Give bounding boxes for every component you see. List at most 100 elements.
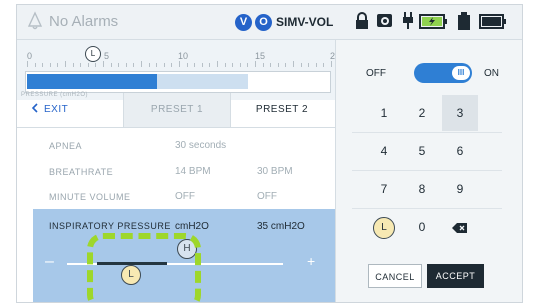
ventilation-mode[interactable]: SIMV-VOL (276, 15, 333, 29)
scale-tick (125, 63, 127, 67)
key-0[interactable]: 0 (404, 209, 440, 245)
bell-icon (27, 11, 43, 30)
lock-icon[interactable] (354, 11, 370, 31)
scale-tick (255, 61, 256, 67)
battery-charging-icon (419, 14, 447, 29)
scale-tick (285, 63, 287, 67)
scale-tick-label: 15 (255, 51, 266, 61)
scale-tick (171, 63, 173, 67)
setting-label: MINUTE VOLUME (49, 192, 131, 202)
setting-value-1: 14 BPM (175, 166, 211, 177)
key-7[interactable]: 7 (366, 171, 402, 207)
setting-value-2: 30 BPM (257, 166, 293, 177)
toggle-knob[interactable]: III (452, 66, 470, 80)
scale-tick (239, 63, 241, 67)
setting-label: APNEA (49, 141, 83, 151)
scale-tick (49, 63, 51, 67)
scale-tick (300, 63, 302, 67)
chevron-left-icon (31, 103, 38, 113)
setting-value-1: cmH2O (175, 221, 209, 232)
scale-tick (156, 63, 158, 67)
preset-tabs: EXIT PRESET 1 PRESET 2 (17, 93, 335, 128)
low-limit-marker: L (85, 46, 101, 62)
battery-icon (458, 12, 470, 30)
scale-tick (118, 63, 120, 67)
setting-value-2: 35 cmH2O (257, 221, 305, 232)
scale-tick (209, 63, 211, 67)
scale-tick (65, 61, 66, 67)
scale-tick (103, 61, 104, 67)
backspace-icon (452, 222, 467, 233)
setting-label: BREATHRATE (49, 167, 114, 177)
key-3[interactable]: 3 (442, 95, 478, 131)
backspace-key[interactable] (442, 209, 478, 245)
key-6[interactable]: 6 (442, 133, 478, 169)
tab-preset-1[interactable]: PRESET 1 (123, 93, 231, 127)
scale-tick-label: 5 (104, 51, 110, 61)
key-1[interactable]: 1 (366, 95, 402, 131)
keypad-panel: OFF III ON 1 2 3 4 5 6 7 8 9 L 0 CANCEL … (335, 40, 522, 302)
scale-tick (308, 63, 310, 67)
low-limit-key-label: L (373, 216, 395, 239)
scale-tick-label: 0 (27, 51, 33, 61)
scale-tick (133, 63, 135, 67)
plug-icon (403, 12, 413, 29)
scale-tick (87, 63, 89, 67)
scale-tick (42, 63, 44, 67)
scale-tick (201, 63, 203, 67)
setting-value-2: OFF (257, 191, 277, 202)
mode-badge-o[interactable]: O (255, 14, 272, 31)
on-off-toggle[interactable]: III (414, 63, 472, 83)
scale-tick (262, 63, 264, 67)
cancel-button[interactable]: CANCEL (368, 264, 422, 288)
scale-tick (232, 63, 234, 67)
toggle-on-label: ON (484, 68, 499, 79)
scale-tick (247, 63, 249, 67)
status-bar: No Alarms V O SIMV-VOL (17, 5, 522, 40)
setting-label: INSPIRATORY PRESSURE (49, 221, 171, 231)
scale-tick (186, 63, 188, 67)
scale-tick-label: 10 (178, 51, 189, 61)
scale-tick (224, 63, 226, 67)
scale-tick (217, 61, 218, 67)
exit-label: EXIT (44, 104, 69, 115)
exit-button[interactable]: EXIT (17, 93, 123, 127)
scale-tick (27, 61, 28, 67)
scale-tick (323, 63, 325, 67)
scale-tick (270, 63, 272, 67)
key-4[interactable]: 4 (366, 133, 402, 169)
scale-tick (277, 63, 279, 67)
scale-tick (34, 63, 36, 67)
scale-tick (72, 63, 74, 67)
key-2[interactable]: 2 (404, 95, 440, 131)
scale-tick (194, 63, 196, 67)
scale-tick (80, 63, 82, 67)
accept-button[interactable]: ACCEPT (427, 264, 484, 288)
scale-tick (95, 63, 97, 67)
key-8[interactable]: 8 (404, 171, 440, 207)
pressure-bar-fill (27, 74, 157, 89)
pressure-bar-range (157, 74, 248, 89)
key-9[interactable]: 9 (442, 171, 478, 207)
pressure-scale: 0 5 10 15 20 L PRESSURE (cmH2O) (17, 40, 340, 100)
alarm-status: No Alarms (49, 13, 119, 30)
scale-tick (179, 61, 180, 67)
scale-tick (163, 63, 165, 67)
increase-button[interactable]: + (307, 253, 315, 269)
tab-preset-2[interactable]: PRESET 2 (229, 93, 335, 127)
battery-full-icon (479, 14, 506, 29)
key-low-limit[interactable]: L (366, 209, 402, 245)
selected-setting-row[interactable]: INSPIRATORY PRESSURE cmH2O 35 cmH2O – + … (33, 209, 335, 302)
scale-tick (293, 61, 294, 67)
focus-highlight-ring (87, 233, 201, 302)
ventilator-screen: No Alarms V O SIMV-VOL 0 5 10 15 L PRESS… (16, 4, 523, 303)
decrease-button[interactable]: – (45, 253, 54, 271)
setting-value-1: 30 seconds (175, 140, 227, 151)
key-5[interactable]: 5 (404, 133, 440, 169)
toggle-off-label: OFF (366, 68, 386, 79)
screen-touch-icon[interactable] (375, 11, 395, 31)
mode-badge-v[interactable]: V (235, 14, 252, 31)
scale-tick (148, 63, 150, 67)
scale-tick (141, 61, 142, 67)
setting-value-1: OFF (175, 191, 195, 202)
